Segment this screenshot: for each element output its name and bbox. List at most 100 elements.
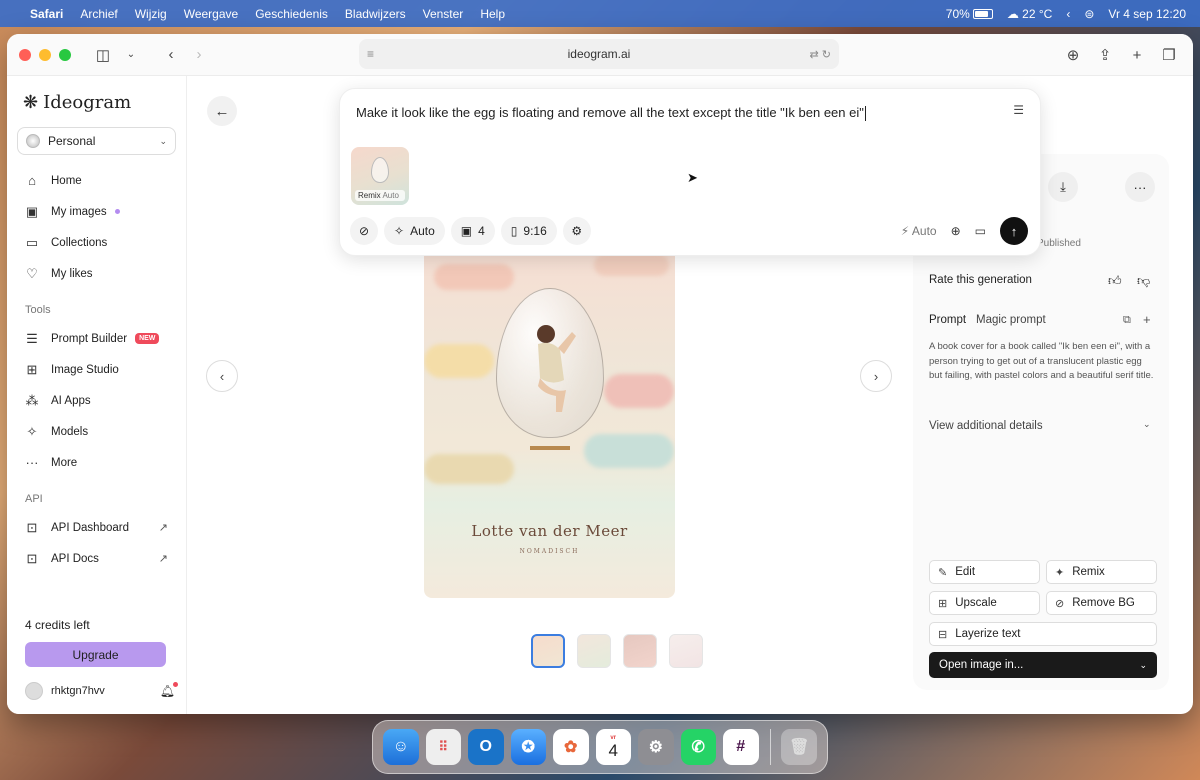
bell-icon[interactable]: 🔔︎: [160, 682, 179, 698]
sidebar-item-my-likes[interactable]: ♡ My likes: [17, 258, 176, 289]
tab-overview-icon[interactable]: ❐: [1155, 42, 1183, 68]
minimize-window-button[interactable]: [39, 48, 51, 61]
sidebar-item-models[interactable]: ✧ Models: [17, 416, 176, 447]
sidebar-item-home[interactable]: ⌂ Home: [17, 165, 176, 196]
download-icon: ⤓: [1060, 179, 1066, 194]
prompt-options-icon[interactable]: ☰: [1013, 103, 1024, 117]
chevron-down-icon[interactable]: ⌄: [1143, 419, 1151, 430]
back-button[interactable]: ←: [207, 96, 237, 126]
menu-app[interactable]: Safari: [30, 7, 63, 21]
page-menu-icon[interactable]: ≡: [367, 47, 374, 61]
control-center-icon[interactable]: ⊜: [1084, 7, 1094, 21]
thumbs-down-icon[interactable]: 👎︎: [1137, 273, 1150, 289]
aspect-ratio-selector[interactable]: ▯ 9:16: [500, 217, 557, 245]
slack-icon[interactable]: #: [723, 729, 759, 765]
prompt-input[interactable]: Make it look like the egg is floating an…: [356, 105, 866, 122]
advanced-settings-button[interactable]: ⚙: [562, 217, 591, 245]
downloads-icon[interactable]: ⊕: [1059, 42, 1087, 68]
sidebar-item-api-docs[interactable]: ⊡ API Docs ↗: [17, 543, 176, 574]
calendar-icon[interactable]: vr 4: [595, 729, 631, 765]
ideogram-logo[interactable]: ❋ Ideogram: [17, 92, 176, 113]
weather-status[interactable]: ☁ 22 °C: [1007, 7, 1053, 21]
image-count-selector[interactable]: ▣ 4: [450, 217, 495, 245]
thumbnail-1[interactable]: [531, 634, 565, 668]
whatsapp-icon[interactable]: ✆: [680, 729, 716, 765]
upgrade-button[interactable]: Upgrade: [25, 642, 166, 667]
previous-image-button[interactable]: ‹: [206, 360, 238, 392]
style-selector[interactable]: ✧ Auto: [384, 217, 445, 245]
menu-venster[interactable]: Venster: [423, 7, 464, 21]
tab-magic-prompt[interactable]: Magic prompt: [976, 314, 1046, 326]
close-window-button[interactable]: [19, 48, 31, 61]
thumbs-up-icon[interactable]: 👍︎: [1108, 273, 1122, 289]
sidebar-item-collections[interactable]: ▭ Collections: [17, 227, 176, 258]
copy-icon[interactable]: ⧉: [1123, 314, 1131, 327]
generated-image[interactable]: Lotte van der Meer NOMADISCH: [424, 224, 675, 598]
sidebar-item-label: Image Studio: [51, 363, 119, 376]
open-image-in-button[interactable]: Open image in... ⌄: [929, 652, 1157, 678]
new-tab-icon[interactable]: +: [1123, 42, 1151, 68]
more-options-button[interactable]: ···: [1125, 172, 1155, 202]
cloud-graphic: [604, 374, 674, 408]
sidebar-item-my-images[interactable]: ▣ My images: [17, 196, 176, 227]
attach-button[interactable]: ⊘: [350, 217, 378, 245]
zoom-window-button[interactable]: [59, 48, 71, 61]
download-button[interactable]: ⤓: [1048, 172, 1078, 202]
finder-icon[interactable]: ☺: [383, 729, 419, 765]
menu-archief[interactable]: Archief: [80, 7, 117, 21]
remix-button[interactable]: ✦ Remix: [1046, 560, 1157, 584]
sidebar-toggle-icon[interactable]: ◫: [89, 42, 117, 68]
thumbnail-4[interactable]: [669, 634, 703, 668]
menu-bladwijzers[interactable]: Bladwijzers: [345, 7, 406, 21]
view-additional-details[interactable]: View additional details: [929, 420, 1043, 432]
menu-wijzig[interactable]: Wijzig: [135, 7, 167, 21]
layerize-text-button[interactable]: ⊟ Layerize text: [929, 622, 1157, 646]
tab-prompt[interactable]: Prompt: [929, 314, 966, 326]
safari-icon[interactable]: ✪: [510, 729, 546, 765]
menu-geschiedenis[interactable]: Geschiedenis: [255, 7, 328, 21]
edit-button[interactable]: ✎ Edit: [929, 560, 1040, 584]
remove-bg-button[interactable]: ⊘ Remove BG: [1046, 591, 1157, 615]
upscale-button[interactable]: ⊞ Upscale: [929, 591, 1040, 615]
next-image-button[interactable]: ›: [860, 360, 892, 392]
generate-button[interactable]: ↑: [1000, 217, 1028, 245]
remix-reference-thumbnail[interactable]: Remix Auto: [351, 147, 409, 205]
launchpad-icon[interactable]: ⠿: [425, 729, 461, 765]
external-link-icon: ↗: [158, 522, 168, 534]
sidebar-item-label: My images: [51, 205, 107, 218]
sidebar-item-image-studio[interactable]: ⊞ Image Studio: [17, 354, 176, 385]
thumbnail-2[interactable]: [577, 634, 611, 668]
system-settings-icon[interactable]: ⚙: [638, 729, 674, 765]
globe-icon[interactable]: ⊕: [951, 224, 961, 238]
portrait-icon: ▯: [510, 224, 518, 238]
chevron-down-icon: ⌄: [1139, 659, 1147, 670]
folder-icon: ▭: [25, 234, 39, 250]
translate-reload-icon[interactable]: ⇄ ↻: [810, 48, 832, 61]
share-icon[interactable]: ⇪: [1091, 42, 1119, 68]
trash-icon[interactable]: 🗑︎: [781, 729, 817, 765]
plus-icon[interactable]: +: [1143, 312, 1151, 327]
sidebar-item-ai-apps[interactable]: ⁂ AI Apps: [17, 385, 176, 416]
sidebar-item-more[interactable]: ··· More: [17, 447, 176, 478]
sidebar-item-api-dashboard[interactable]: ⊡ API Dashboard ↗: [17, 512, 176, 543]
folder-icon[interactable]: ▭: [975, 224, 986, 238]
back-nav-icon[interactable]: ‹: [157, 42, 185, 68]
menu-help[interactable]: Help: [480, 7, 505, 21]
menu-weergave[interactable]: Weergave: [184, 7, 238, 21]
magic-prompt-toggle[interactable]: ⚡︎ Auto: [901, 224, 937, 238]
address-bar[interactable]: ≡ ideogram.ai ⇄ ↻: [359, 39, 839, 69]
user-profile[interactable]: rhktgn7hvv 🔔︎: [25, 680, 179, 702]
egg-thumbnail-graphic: [371, 157, 389, 183]
outlook-icon[interactable]: O: [468, 729, 504, 765]
forward-nav-icon[interactable]: ›: [185, 42, 213, 68]
thumbnail-3[interactable]: [623, 634, 657, 668]
sidebar-item-prompt-builder[interactable]: ☰ Prompt Builder NEW: [17, 323, 176, 354]
workspace-selector[interactable]: Personal ⌄: [17, 127, 176, 155]
battery-status[interactable]: 70%: [946, 7, 993, 21]
chevron-down-icon[interactable]: ⌄: [117, 42, 145, 68]
photos-icon[interactable]: ✿: [553, 729, 589, 765]
clock[interactable]: Vr 4 sep 12:20: [1108, 7, 1186, 21]
battery-icon: [972, 9, 993, 20]
chevron-left-icon: ‹: [219, 368, 225, 384]
chevron-left-icon[interactable]: ‹: [1066, 7, 1070, 21]
